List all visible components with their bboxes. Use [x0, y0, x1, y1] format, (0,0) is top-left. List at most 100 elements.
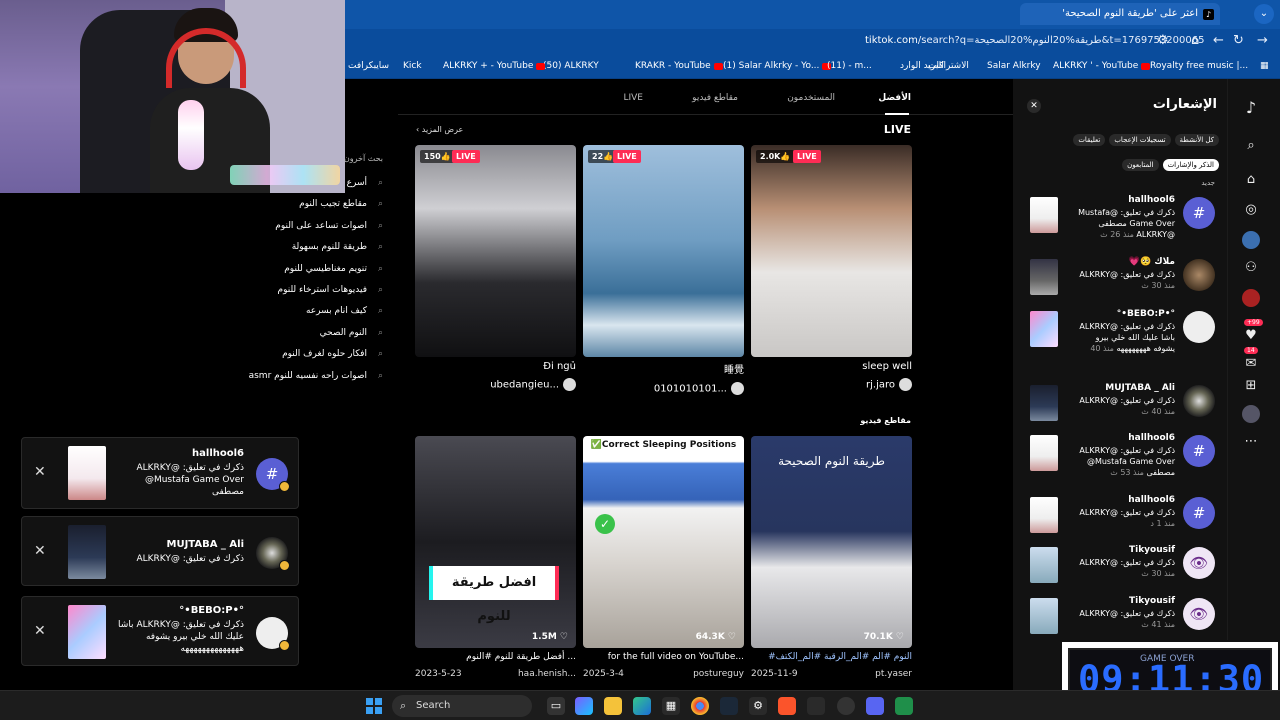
related-item[interactable]: ⌕ النوم الصحي: [245, 328, 385, 349]
live-card[interactable]: 150👍 LIVE: [415, 145, 576, 357]
live-card[interactable]: 2.0K👍 LIVE: [751, 145, 912, 357]
video-meta[interactable]: أفضل طريقة للنوم #النوم ... 2023-5-23 haa…: [415, 652, 576, 679]
back-icon[interactable]: ←: [1213, 33, 1224, 48]
browser-tab[interactable]: ♪ اعثر على 'طريقة النوم الصحيحة': [1020, 3, 1220, 25]
live-meta[interactable]: 睡覺 0101010101...: [583, 361, 744, 395]
notification-toast[interactable]: ✕ °•BEBO:P•° ذكرك في تعليق: @ALKRKY باشا…: [21, 596, 299, 666]
webcam-overlay: [0, 0, 345, 193]
capcut-icon[interactable]: [807, 697, 825, 715]
more-icon[interactable]: ⋯: [1242, 433, 1260, 451]
chrome-icon[interactable]: [691, 697, 709, 715]
chip-followers[interactable]: المتابعون: [1122, 159, 1159, 171]
notification-item[interactable]: Tikyousif ذكرك في تعليق: @ALKRKY منذ 30 …: [1013, 545, 1227, 597]
search-results: الأفضل المستخدمون مقاطع فيديو LIVE LIVE …: [398, 79, 1013, 690]
url-text[interactable]: tiktok.com/search?q=طريقة%20النوم%20الصح…: [865, 35, 1204, 46]
tab-live[interactable]: LIVE: [623, 93, 643, 103]
obs-icon[interactable]: [837, 697, 855, 715]
notification-item[interactable]: hallhool6 ذكرك في تعليق: @ALKRKY @Mustaf…: [1013, 433, 1227, 495]
video-card[interactable]: افضل طريقة للنوم 1.5M ♡: [415, 436, 576, 648]
notification-item[interactable]: MUJTABA _ Ali ذكرك في تعليق: @ALKRKY منذ…: [1013, 383, 1227, 435]
notification-item[interactable]: hallhool6 ذكرك في تعليق: @ALKRKY منذ 1 د…: [1013, 495, 1227, 547]
home-icon[interactable]: ⌂: [1242, 171, 1260, 189]
address-bar[interactable]: ← → ⌂ ↻ ⚙ tiktok.com/search?q=طريقة%20ال…: [345, 29, 1280, 55]
related-item[interactable]: ⌕ مقاطع تجيب النوم: [245, 199, 385, 220]
related-header: بحث آخرون: [343, 154, 383, 163]
notification-item[interactable]: ملاك 🥺💗 ذكرك في تعليق: @ALKRKY منذ 30 ث: [1013, 257, 1227, 309]
tab-top[interactable]: الأفضل: [878, 93, 911, 103]
related-item[interactable]: ⌕ أسرع: [245, 178, 385, 199]
inbox-icon[interactable]: ♥: [1242, 327, 1260, 345]
brave-icon[interactable]: [778, 697, 796, 715]
tiktok-logo-icon[interactable]: ♪: [1242, 99, 1260, 117]
related-item[interactable]: ⌕ اصوات راحه نفسيه للنوم asmr: [245, 371, 385, 392]
upload-icon[interactable]: ⊞: [1242, 377, 1260, 395]
microphone: [178, 100, 204, 170]
forward-icon[interactable]: →: [1257, 33, 1268, 48]
related-item[interactable]: ⌕ كيف انام بسرعه: [245, 306, 385, 327]
bookmark-item[interactable]: Salar Alkrky: [987, 61, 1041, 71]
video-card[interactable]: طريقة النوم الصحيحة 70.1K ♡: [751, 436, 912, 648]
search-icon[interactable]: ⌕: [1242, 137, 1260, 155]
chip-all[interactable]: كل الأنشطة: [1174, 134, 1219, 146]
related-item[interactable]: ⌕ طريقة للنوم بسهولة: [245, 242, 385, 263]
following-avatar-icon[interactable]: [1242, 231, 1260, 249]
avatar[interactable]: #: [256, 458, 290, 492]
related-item[interactable]: ⌕ اصوات تساعد على النوم: [245, 221, 385, 242]
bookmark-item[interactable]: سايبكرافت: [348, 61, 389, 71]
bookmark-item[interactable]: (11) - m...: [827, 61, 872, 71]
bookmark-item[interactable]: الاشتراكات: [928, 61, 969, 71]
related-item[interactable]: ⌕ تنويم مغناطيسي للنوم: [245, 264, 385, 285]
edge-icon[interactable]: [633, 697, 651, 715]
tab-search-icon[interactable]: ⌄: [1254, 4, 1274, 24]
avatar[interactable]: [256, 617, 290, 651]
taskbar-search[interactable]: ⌕ Search: [392, 695, 532, 717]
windows-start-icon[interactable]: [366, 698, 382, 714]
bookmark-item[interactable]: Royalty free music |...: [1150, 61, 1248, 71]
store-icon[interactable]: ▦: [662, 697, 680, 715]
file-explorer-icon[interactable]: [604, 697, 622, 715]
messages-icon[interactable]: ✉: [1242, 355, 1260, 373]
tab-videos[interactable]: مقاطع فيديو: [692, 93, 738, 103]
live-card[interactable]: 22👍 LIVE: [583, 145, 744, 357]
tab-users[interactable]: المستخدمون: [787, 93, 835, 103]
close-icon[interactable]: ✕: [1027, 99, 1041, 113]
settings-icon[interactable]: ⚙: [749, 697, 767, 715]
sheets-icon[interactable]: [895, 697, 913, 715]
close-icon[interactable]: ✕: [34, 623, 46, 639]
bookmark-item[interactable]: Kick: [403, 61, 422, 71]
bookmark-item[interactable]: ALKRKY + - YouTube: [443, 61, 546, 71]
chip-likes[interactable]: تسجيلات الإعجاب: [1109, 134, 1171, 146]
close-icon[interactable]: ✕: [34, 464, 46, 480]
reload-icon[interactable]: ↻: [1233, 33, 1244, 48]
notification-toast[interactable]: ✕ hallhool6 ذكرك في تعليق: @ALKRKY @Must…: [21, 437, 299, 509]
bookmark-item[interactable]: (50) ALKRKY: [543, 61, 599, 71]
live-icon[interactable]: [1242, 289, 1260, 307]
notification-item[interactable]: °•BEBO:P•° ذكرك في تعليق: @ALKRKY باشا ع…: [1013, 309, 1227, 379]
profile-avatar-icon[interactable]: [1242, 405, 1260, 423]
bookmark-item[interactable]: KRAKR - YouTube: [635, 61, 723, 71]
task-view-icon[interactable]: ▭: [547, 697, 565, 715]
discord-icon[interactable]: [866, 697, 884, 715]
related-item[interactable]: ⌕ فيديوهات استرخاء للنوم: [245, 285, 385, 306]
chip-comments[interactable]: تعليقات: [1073, 134, 1106, 146]
explore-icon[interactable]: ◎: [1242, 201, 1260, 219]
notification-item[interactable]: hallhool6 ذكرك في تعليق: @Mustafa Game O…: [1013, 195, 1227, 247]
live-meta[interactable]: Đi ngủ ubedangieu...: [415, 361, 576, 391]
video-meta[interactable]: for the full video on YouTube... 2025-3-…: [583, 652, 744, 679]
copilot-icon[interactable]: [575, 697, 593, 715]
chip-mentions[interactable]: الذكر والإشارات: [1162, 159, 1219, 171]
avatar[interactable]: [256, 537, 290, 571]
notification-toast[interactable]: ✕ MUJTABA _ Ali ذكرك في تعليق: @ALKRKY: [21, 516, 299, 586]
steam-icon[interactable]: [720, 697, 738, 715]
reading-list-icon[interactable]: ▦: [1260, 61, 1269, 71]
see-more-link[interactable]: ‹ عرض المزيد: [416, 125, 463, 134]
bookmark-item[interactable]: ALKRKY ' - YouTube: [1053, 61, 1151, 71]
live-meta[interactable]: sleep well rj.jaro: [751, 361, 912, 391]
related-item[interactable]: ⌕ افكار حلوه لغرف النوم: [245, 349, 385, 370]
video-meta[interactable]: #النوم #الم #الم_الرقبة #الم_الكتف 2025-…: [751, 652, 912, 679]
bookmark-item[interactable]: (1) Salar Alkrky - Yo...: [723, 61, 832, 71]
video-overlay-text: افضل طريقة للنوم: [429, 566, 559, 624]
close-icon[interactable]: ✕: [34, 543, 46, 559]
video-card[interactable]: ✅Correct Sleeping Positions ✓ 64.3K ♡: [583, 436, 744, 648]
friends-icon[interactable]: ⚇: [1242, 259, 1260, 277]
